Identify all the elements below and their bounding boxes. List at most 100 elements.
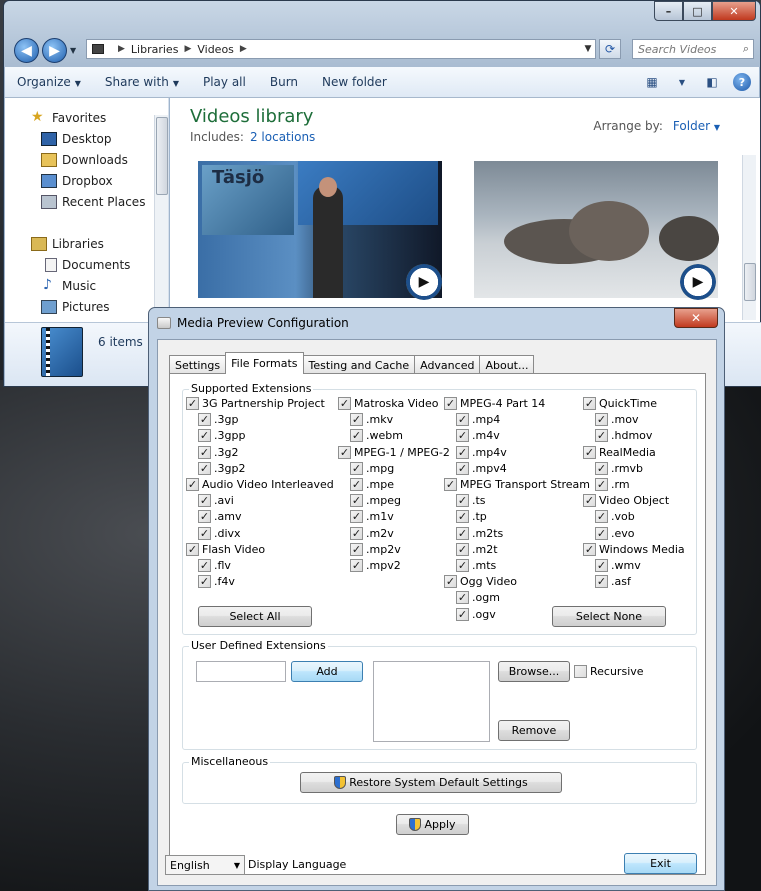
- format-checkbox[interactable]: ✓ Flash Video: [186, 542, 265, 556]
- nav-desktop[interactable]: Desktop: [62, 132, 112, 146]
- checkbox-box[interactable]: ✓: [583, 397, 596, 410]
- checkbox-box[interactable]: ✓: [350, 494, 363, 508]
- search-input[interactable]: Search Videos ⌕: [632, 39, 754, 59]
- extension-checkbox[interactable]: ✓ .mpv4: [456, 461, 507, 475]
- language-select[interactable]: English ▼: [165, 855, 245, 875]
- nav-documents[interactable]: Documents: [62, 258, 130, 272]
- checkbox-box[interactable]: ✓: [198, 429, 211, 443]
- checkbox-box[interactable]: [574, 665, 587, 678]
- arrange-by-dropdown[interactable]: Folder ▼: [673, 119, 720, 133]
- checkbox-box[interactable]: ✓: [595, 526, 608, 540]
- address-bar[interactable]: ▶ Libraries ▶ Videos ▶ ▼: [86, 39, 596, 59]
- breadcrumb-separator-icon[interactable]: ▶: [184, 44, 191, 54]
- view-dropdown-icon[interactable]: ▼: [673, 73, 691, 91]
- user-extension-input[interactable]: [196, 661, 286, 682]
- select-all-button[interactable]: Select All: [198, 606, 312, 627]
- forward-button[interactable]: ▶: [42, 38, 67, 63]
- extension-checkbox[interactable]: ✓ .mp2v: [350, 542, 401, 556]
- help-icon[interactable]: ?: [733, 73, 751, 91]
- checkbox-box[interactable]: ✓: [456, 607, 469, 621]
- checkbox-box[interactable]: ✓: [350, 526, 363, 540]
- checkbox-box[interactable]: ✓: [186, 478, 199, 491]
- checkbox-box[interactable]: ✓: [350, 510, 363, 524]
- nav-downloads[interactable]: Downloads: [62, 153, 128, 167]
- extension-checkbox[interactable]: ✓ .evo: [595, 526, 635, 540]
- checkbox-box[interactable]: ✓: [456, 494, 469, 508]
- checkbox-box[interactable]: ✓: [456, 461, 469, 475]
- extension-checkbox[interactable]: ✓ .3gp2: [198, 461, 245, 475]
- extension-checkbox[interactable]: ✓ .ogv: [456, 607, 496, 621]
- tab-about[interactable]: About...: [479, 355, 535, 374]
- dialog-close-button[interactable]: ✕: [674, 308, 718, 328]
- preview-pane-icon[interactable]: ◧: [703, 73, 721, 91]
- checkbox-box[interactable]: ✓: [198, 494, 211, 508]
- video-thumbnail[interactable]: ▶: [474, 161, 719, 300]
- checkbox-box[interactable]: ✓: [350, 461, 363, 475]
- checkbox-box[interactable]: ✓: [444, 478, 457, 491]
- breadcrumb-libraries[interactable]: Libraries: [131, 43, 179, 56]
- format-checkbox[interactable]: ✓ RealMedia: [583, 445, 656, 459]
- extension-checkbox[interactable]: ✓ .divx: [198, 526, 241, 540]
- extension-checkbox[interactable]: ✓ .hdmov: [595, 429, 652, 443]
- checkbox-box[interactable]: ✓: [350, 413, 363, 427]
- checkbox-box[interactable]: ✓: [350, 542, 363, 556]
- checkbox-box[interactable]: ✓: [444, 397, 457, 410]
- scrollbar-thumb[interactable]: [744, 263, 756, 301]
- share-with-menu[interactable]: Share with ▼: [93, 75, 191, 89]
- address-dropdown-icon[interactable]: ▼: [581, 44, 595, 54]
- checkbox-box[interactable]: ✓: [456, 542, 469, 556]
- change-view-icon[interactable]: ▦: [643, 73, 661, 91]
- extension-checkbox[interactable]: ✓ .tp: [456, 510, 487, 524]
- checkbox-box[interactable]: ✓: [338, 445, 351, 459]
- scrollbar-thumb[interactable]: [156, 117, 168, 195]
- extension-checkbox[interactable]: ✓ .rmvb: [595, 461, 643, 475]
- format-checkbox[interactable]: ✓ 3G Partnership Project: [186, 397, 325, 410]
- checkbox-box[interactable]: ✓: [456, 429, 469, 443]
- checkbox-box[interactable]: ✓: [456, 510, 469, 524]
- extension-checkbox[interactable]: ✓ .3gpp: [198, 429, 245, 443]
- checkbox-box[interactable]: ✓: [186, 542, 199, 556]
- nav-music[interactable]: Music: [62, 279, 96, 293]
- nav-pictures[interactable]: Pictures: [62, 300, 110, 314]
- checkbox-box[interactable]: ✓: [198, 559, 211, 572]
- extension-checkbox[interactable]: ✓ .webm: [350, 429, 403, 443]
- checkbox-box[interactable]: ✓: [186, 397, 199, 410]
- new-folder-button[interactable]: New folder: [310, 75, 399, 89]
- locations-link[interactable]: 2 locations: [250, 130, 315, 144]
- checkbox-box[interactable]: ✓: [595, 461, 608, 475]
- nav-scrollbar[interactable]: [154, 115, 168, 320]
- nav-dropbox[interactable]: Dropbox: [62, 174, 113, 188]
- checkbox-box[interactable]: ✓: [456, 526, 469, 540]
- exit-button[interactable]: Exit: [624, 853, 697, 874]
- breadcrumb-separator-icon[interactable]: ▶: [240, 44, 247, 54]
- checkbox-box[interactable]: ✓: [456, 591, 469, 605]
- format-checkbox[interactable]: ✓ Ogg Video: [444, 575, 517, 589]
- add-button[interactable]: Add: [291, 661, 363, 682]
- extension-checkbox[interactable]: ✓ .mp4: [456, 413, 500, 427]
- extension-checkbox[interactable]: ✓ .vob: [595, 510, 635, 524]
- extension-checkbox[interactable]: ✓ .asf: [595, 575, 631, 589]
- format-checkbox[interactable]: ✓ MPEG-1 / MPEG-2: [338, 445, 450, 459]
- play-icon[interactable]: ▶: [680, 264, 716, 300]
- remove-button[interactable]: Remove: [498, 720, 570, 741]
- play-icon[interactable]: ▶: [406, 264, 442, 300]
- extension-checkbox[interactable]: ✓ .m2v: [350, 526, 394, 540]
- minimize-button[interactable]: –: [654, 1, 683, 21]
- checkbox-box[interactable]: ✓: [595, 510, 608, 524]
- checkbox-box[interactable]: ✓: [583, 542, 596, 556]
- checkbox-box[interactable]: ✓: [595, 575, 608, 589]
- breadcrumb-videos[interactable]: Videos: [197, 43, 234, 56]
- checkbox-box[interactable]: ✓: [350, 559, 363, 572]
- extension-checkbox[interactable]: ✓ .m2ts: [456, 526, 503, 540]
- checkbox-box[interactable]: ✓: [338, 397, 351, 410]
- burn-button[interactable]: Burn: [258, 75, 310, 89]
- format-checkbox[interactable]: ✓ Video Object: [583, 494, 669, 508]
- checkbox-box[interactable]: ✓: [583, 494, 596, 508]
- checkbox-box[interactable]: ✓: [456, 413, 469, 427]
- nav-favorites[interactable]: Favorites: [52, 111, 106, 125]
- extension-checkbox[interactable]: ✓ .amv: [198, 510, 241, 524]
- extension-checkbox[interactable]: ✓ .m4v: [456, 429, 500, 443]
- tab-testing-cache[interactable]: Testing and Cache: [302, 355, 416, 374]
- extension-checkbox[interactable]: ✓ .mpg: [350, 461, 394, 475]
- extension-checkbox[interactable]: ✓ .mts: [456, 559, 496, 572]
